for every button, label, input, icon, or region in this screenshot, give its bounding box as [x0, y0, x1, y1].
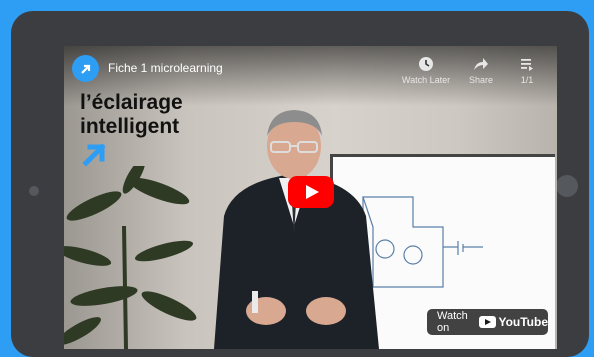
share-label: Share — [468, 75, 494, 85]
watch-later-button[interactable]: Watch Later — [400, 55, 452, 85]
channel-logo-icon[interactable] — [72, 55, 99, 82]
youtube-wordmark: YouTube — [498, 315, 548, 329]
brand-title: l’éclairage intelligent — [80, 91, 183, 139]
tablet-home-button — [556, 175, 578, 197]
youtube-play-glyph — [479, 316, 497, 328]
play-button[interactable] — [288, 176, 334, 208]
tablet-camera — [29, 186, 39, 196]
playlist-icon — [521, 59, 533, 71]
watch-later-label: Watch Later — [401, 75, 451, 85]
playlist-count: 1/1 — [520, 75, 534, 85]
share-button[interactable]: Share — [455, 55, 507, 85]
youtube-logo-icon: YouTube — [479, 315, 548, 329]
playlist-button[interactable]: 1/1 — [501, 55, 553, 85]
brand-arrow-icon — [82, 143, 106, 167]
brand-line-1: l’éclairage — [80, 91, 183, 114]
watch-on-youtube-button[interactable]: Watch on YouTube — [427, 309, 548, 335]
video-title[interactable]: Fiche 1 microlearning — [108, 61, 223, 75]
video-player[interactable]: l’éclairage intelligent Fiche 1 microlea… — [64, 46, 557, 349]
plant-illustration — [64, 166, 197, 349]
tablet-frame: l’éclairage intelligent Fiche 1 microlea… — [11, 11, 589, 357]
share-arrow-icon — [474, 58, 488, 70]
watch-on-label: Watch on — [437, 310, 468, 334]
presenter-figure — [214, 110, 379, 349]
clock-icon — [419, 57, 433, 71]
brand-line-2: intelligent — [80, 115, 180, 138]
channel-arrow-icon — [80, 64, 90, 74]
